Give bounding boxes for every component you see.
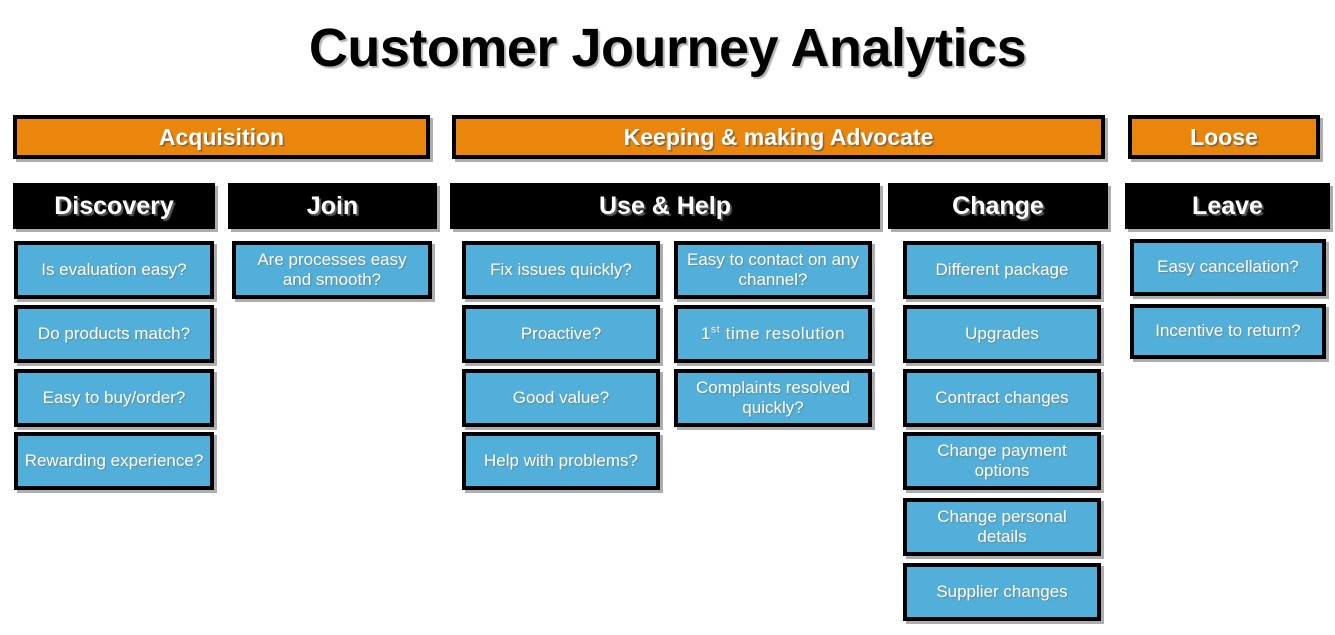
stage-header-discovery: Discovery bbox=[13, 183, 215, 229]
phase-bar-acquisition: Acquisition bbox=[13, 115, 430, 159]
metric-box[interactable]: Proactive? bbox=[462, 305, 660, 363]
metric-box[interactable]: Supplier changes bbox=[903, 563, 1101, 621]
metric-box[interactable]: Is evaluation easy? bbox=[14, 241, 214, 299]
stage-label-change: Change bbox=[952, 191, 1044, 220]
metric-box[interactable]: Easy cancellation? bbox=[1130, 239, 1326, 296]
metric-box[interactable]: Fix issues quickly? bbox=[462, 241, 660, 299]
ordinal-suffix: st bbox=[710, 323, 721, 336]
stage-header-leave: Leave bbox=[1125, 183, 1330, 229]
metric-box[interactable]: Change personal details bbox=[903, 498, 1101, 556]
metric-box[interactable]: Change payment options bbox=[903, 432, 1101, 490]
stage-header-join: Join bbox=[228, 183, 437, 229]
stage-label-leave: Leave bbox=[1192, 191, 1263, 220]
metric-box[interactable]: Complaints resolved quickly? bbox=[674, 369, 872, 427]
metric-box[interactable]: Rewarding experience? bbox=[14, 432, 214, 490]
metric-box[interactable]: Incentive to return? bbox=[1130, 304, 1326, 359]
metric-box[interactable]: Do products match? bbox=[14, 305, 214, 363]
stage-label-use-help: Use & Help bbox=[599, 191, 731, 220]
phase-bar-loose: Loose bbox=[1128, 115, 1320, 159]
metric-box[interactable]: Easy to buy/order? bbox=[14, 369, 214, 427]
stage-label-discovery: Discovery bbox=[54, 191, 174, 220]
metric-box-ordinal[interactable]: 1st time resolution bbox=[674, 305, 872, 363]
phase-label-loose: Loose bbox=[1190, 123, 1258, 150]
metric-box[interactable]: Help with problems? bbox=[462, 432, 660, 490]
metric-box[interactable]: Different package bbox=[903, 241, 1101, 299]
stage-header-use-help: Use & Help bbox=[450, 183, 880, 229]
ordinal-number: 1 bbox=[700, 323, 711, 343]
metric-box[interactable]: Are processes easy and smooth? bbox=[232, 241, 432, 299]
metric-box[interactable]: Good value? bbox=[462, 369, 660, 427]
phase-bar-keeping: Keeping & making Advocate bbox=[452, 115, 1105, 159]
metric-box[interactable]: Easy to contact on any channel? bbox=[674, 241, 872, 299]
metric-box[interactable]: Upgrades bbox=[903, 305, 1101, 363]
page-title: Customer Journey Analytics bbox=[308, 18, 1027, 78]
ordinal-text: 1st time resolution bbox=[701, 324, 845, 344]
phase-label-keeping: Keeping & making Advocate bbox=[623, 123, 934, 150]
phase-label-acquisition: Acquisition bbox=[158, 123, 285, 150]
metric-box[interactable]: Contract changes bbox=[903, 369, 1101, 427]
stage-header-change: Change bbox=[888, 183, 1108, 229]
ordinal-rest: time resolution bbox=[720, 323, 846, 343]
stage-label-join: Join bbox=[306, 191, 359, 220]
